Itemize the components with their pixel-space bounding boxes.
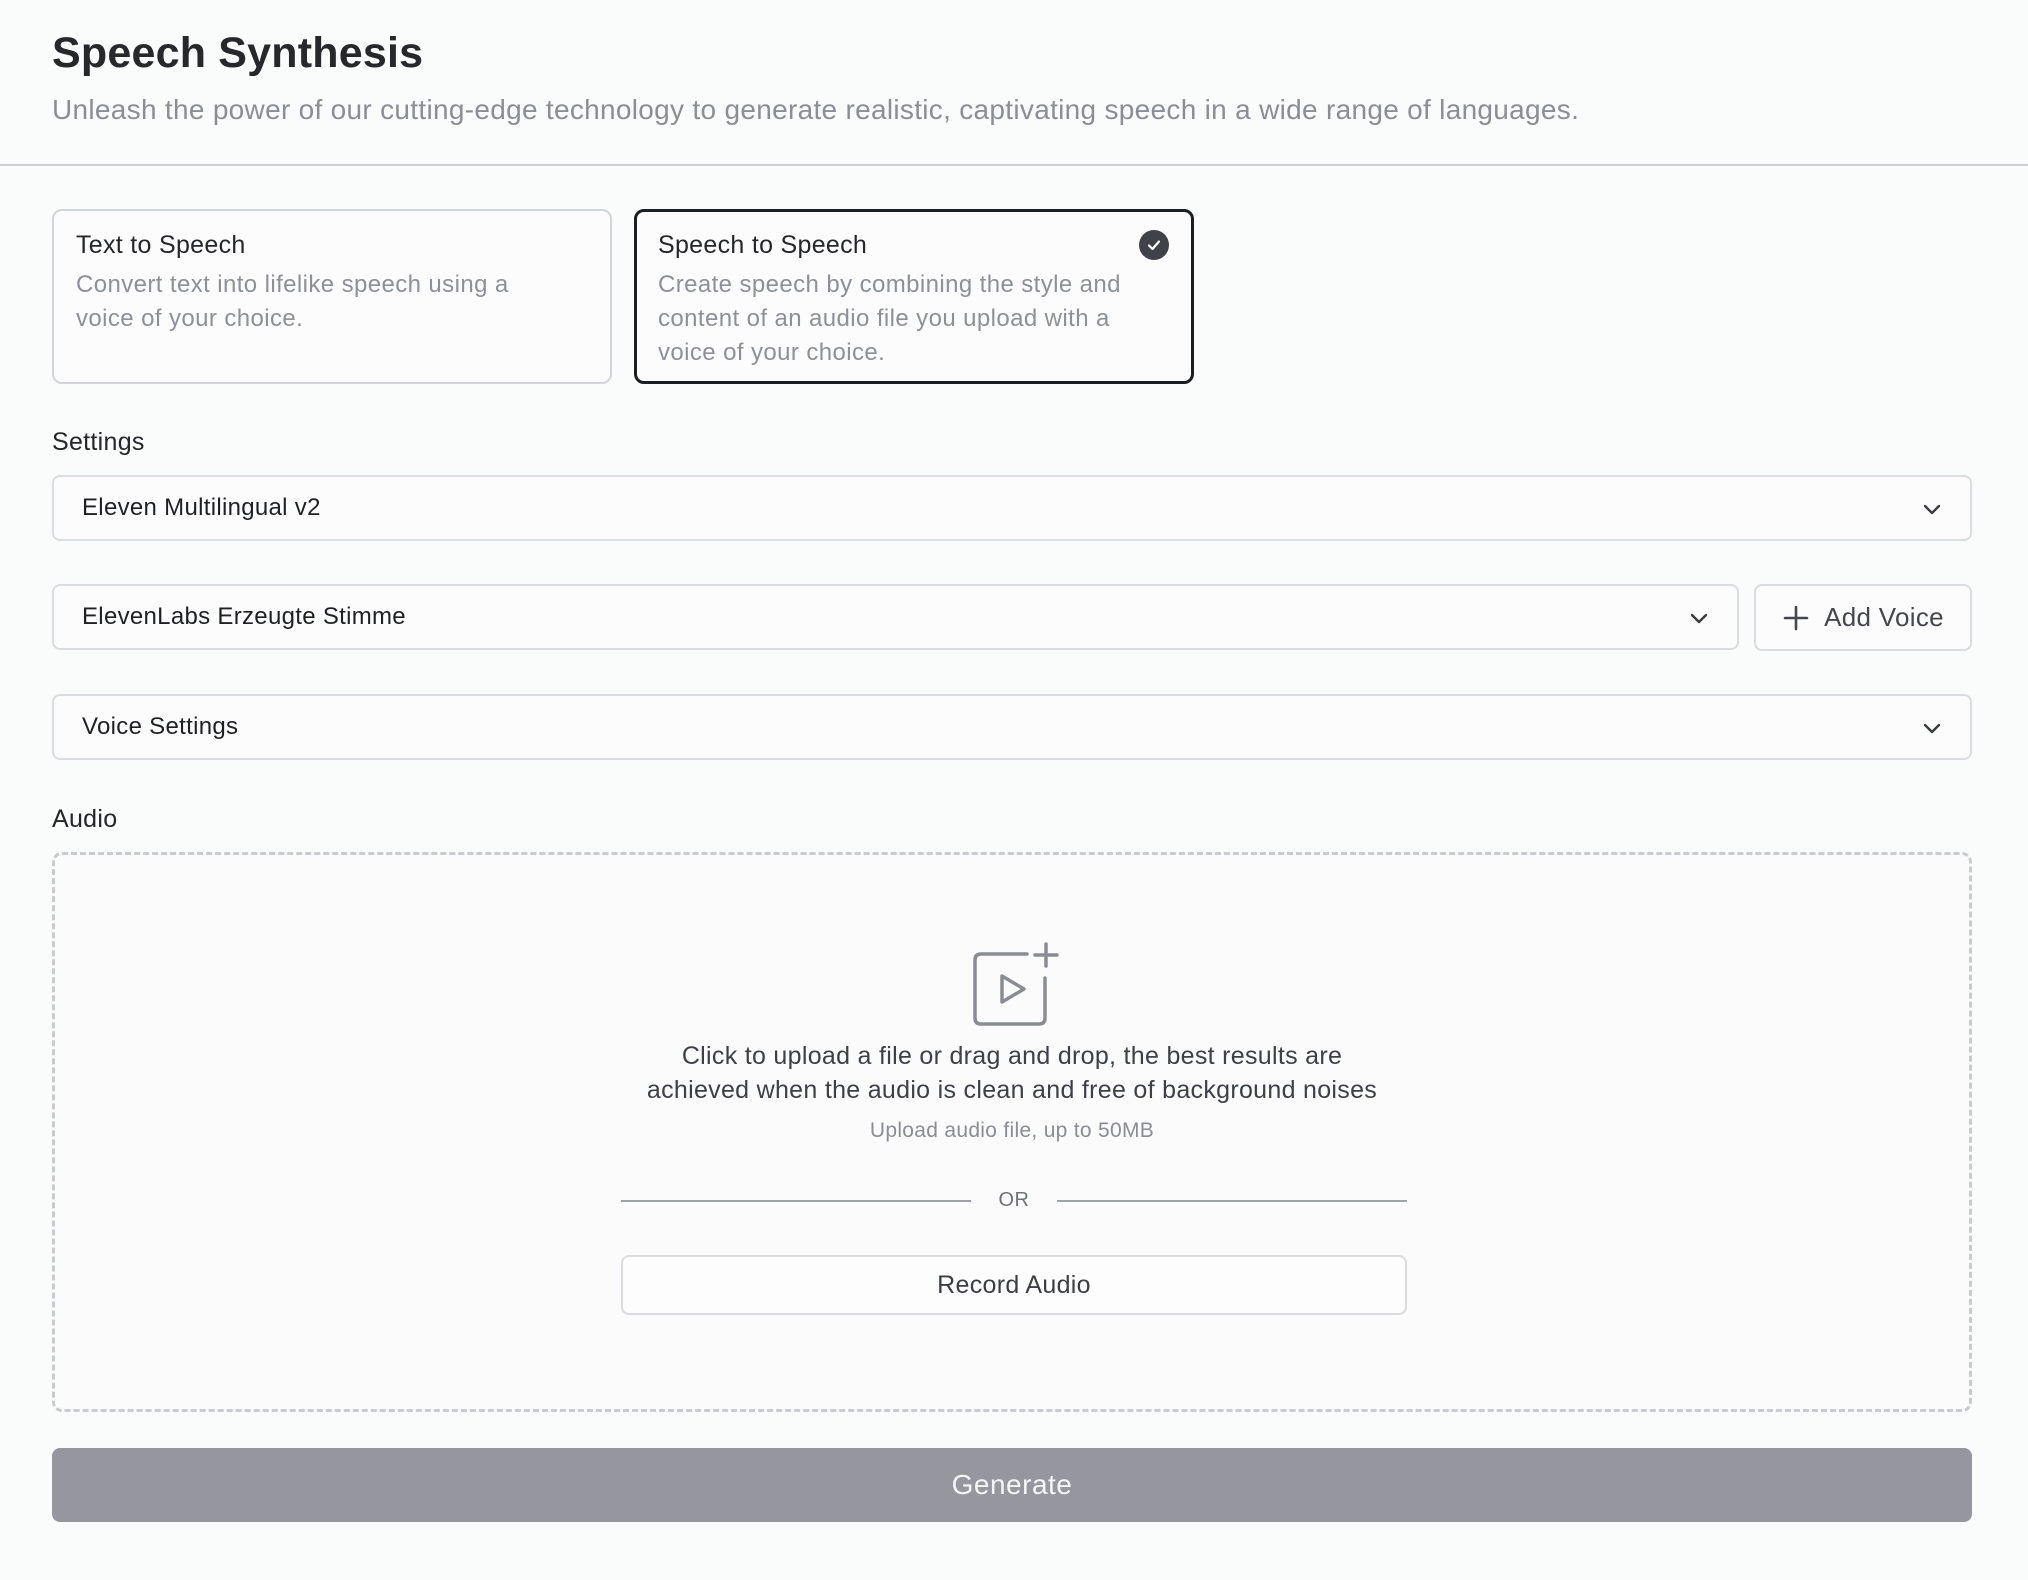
- chevron-down-icon: [1923, 504, 1941, 515]
- upload-limit-text: Upload audio file, up to 50MB: [869, 1119, 1155, 1142]
- video-upload-icon: [973, 942, 1059, 1026]
- page-title: Speech Synthesis: [52, 29, 424, 77]
- mode-title: Text to Speech: [76, 231, 246, 259]
- mode-card-speech-to-speech[interactable]: Speech to Speech Create speech by combin…: [634, 209, 1194, 384]
- mode-description: Convert text into lifelike speech using …: [76, 271, 509, 332]
- settings-label: Settings: [52, 428, 145, 456]
- or-text: OR: [998, 1189, 1030, 1211]
- check-circle-icon: [1139, 230, 1169, 260]
- mode-title: Speech to Speech: [658, 231, 868, 259]
- voice-select[interactable]: ElevenLabs Erzeugte Stimme: [52, 584, 1739, 650]
- plus-icon: [1783, 605, 1809, 630]
- mode-card-text-to-speech[interactable]: Text to Speech Convert text into lifelik…: [52, 209, 612, 384]
- voice-select-value: ElevenLabs Erzeugte Stimme: [82, 603, 406, 630]
- voice-settings-accordion[interactable]: Voice Settings: [52, 694, 1972, 760]
- generate-button[interactable]: Generate: [52, 1448, 1972, 1522]
- voice-settings-label: Voice Settings: [82, 713, 239, 740]
- page-subtitle: Unleash the power of our cutting-edge te…: [52, 94, 1580, 125]
- model-select-value: Eleven Multilingual v2: [82, 494, 321, 521]
- audio-label: Audio: [52, 805, 118, 833]
- audio-dropzone[interactable]: Click to upload a file or drag and drop,…: [52, 852, 1972, 1412]
- page-header: Speech Synthesis Unleash the power of ou…: [0, 0, 2028, 166]
- chevron-down-icon: [1923, 723, 1941, 734]
- model-select[interactable]: Eleven Multilingual v2: [52, 475, 1972, 541]
- mode-selector: Text to Speech Convert text into lifelik…: [52, 209, 1194, 384]
- add-voice-label: Add Voice: [1824, 602, 1944, 632]
- chevron-down-icon: [1690, 613, 1708, 624]
- or-divider: OR: [621, 1189, 1407, 1212]
- record-audio-button[interactable]: Record Audio: [621, 1255, 1407, 1315]
- mode-description: Create speech by combining the style and…: [658, 271, 1121, 366]
- upload-instructions: Click to upload a file or drag and drop,…: [646, 1042, 1378, 1104]
- add-voice-button[interactable]: Add Voice: [1754, 584, 1972, 651]
